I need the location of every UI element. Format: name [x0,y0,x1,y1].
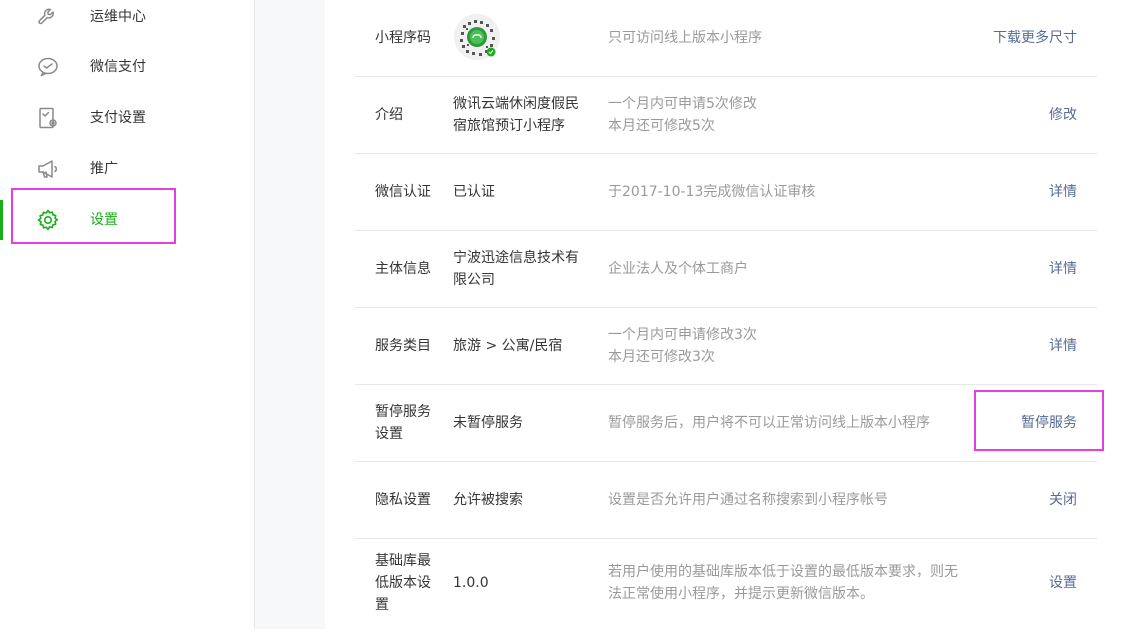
row-desc: 设置是否允许用户通过名称搜索到小程序帐号 [608,492,888,508]
row-value: 已认证 [453,184,495,200]
row-value: 微讯云端休闲度假民宿旅馆预订小程序 [453,96,579,134]
sidebar-item-label: 运维中心 [90,9,146,25]
sidebar-item-wechat-pay[interactable]: 微信支付 [0,42,254,92]
row-value: 允许被搜索 [453,492,523,508]
sidebar-item-settings[interactable]: 设置 [0,195,254,245]
row-value: 1.0.0 [453,575,489,591]
row-label: 介绍 [375,107,403,123]
settings-row-suspend-service: 暂停服务设置 未暂停服务 暂停服务后，用户将不可以正常访问线上版本小程序 暂停服… [355,385,1097,462]
wechat-pay-icon [36,55,60,79]
row-desc: 一个月内可申请修改3次 本月还可修改3次 [608,327,757,365]
sidebar: 运维中心 微信支付 支付设置 推广 设置 [0,0,255,629]
settings-row-entity-info: 主体信息 宁波迅途信息技术有限公司 企业法人及个体工商户 详情 [355,231,1097,308]
payment-settings-icon [36,106,60,130]
sidebar-item-ops-center[interactable]: 运维中心 [0,0,254,42]
qrcode-icon[interactable] [453,13,501,61]
row-desc: 只可访问线上版本小程序 [608,30,762,46]
download-more-sizes-link[interactable]: 下载更多尺寸 [993,27,1077,49]
row-label: 隐私设置 [375,492,431,508]
category-detail-link[interactable]: 详情 [1049,335,1077,357]
edit-intro-link[interactable]: 修改 [1049,104,1077,126]
row-desc: 若用户使用的基础库版本低于设置的最低版本要求，则无法正常使用小程序，并提示更新微… [608,564,958,602]
row-desc: 暂停服务后，用户将不可以正常访问线上版本小程序 [608,415,930,431]
row-value: 宁波迅途信息技术有限公司 [453,250,579,288]
row-value: 未暂停服务 [453,415,523,431]
privacy-close-link[interactable]: 关闭 [1049,489,1077,511]
settings-row-min-lib-version: 基础库最低版本设置 1.0.0 若用户使用的基础库版本低于设置的最低版本要求，则… [355,539,1097,635]
row-label: 微信认证 [375,184,431,200]
settings-panel: 小程序码 只可访问线上版本小程序 下载更多尺寸 介绍 微讯云端休闲度假民宿旅馆预… [325,0,1129,629]
content-gutter [255,0,325,629]
row-desc: 企业法人及个体工商户 [608,261,748,277]
settings-row-privacy: 隐私设置 允许被搜索 设置是否允许用户通过名称搜索到小程序帐号 关闭 [355,462,1097,539]
megaphone-icon [36,157,60,181]
sidebar-item-label: 微信支付 [90,59,146,75]
row-label: 服务类目 [375,338,431,354]
settings-row-intro: 介绍 微讯云端休闲度假民宿旅馆预订小程序 一个月内可申请5次修改 本月还可修改5… [355,77,1097,154]
verification-detail-link[interactable]: 详情 [1049,181,1077,203]
sidebar-item-label: 推广 [90,161,118,177]
wrench-icon [36,5,60,29]
sidebar-item-promotion[interactable]: 推广 [0,144,254,194]
suspend-service-link[interactable]: 暂停服务 [1021,412,1077,434]
sidebar-item-payment-settings[interactable]: 支付设置 [0,93,254,143]
settings-row-qrcode: 小程序码 只可访问线上版本小程序 下载更多尺寸 [355,0,1097,77]
min-version-settings-link[interactable]: 设置 [1049,572,1077,594]
row-label: 基础库最低版本设置 [375,553,431,613]
row-label: 主体信息 [375,261,431,277]
active-indicator [0,200,3,240]
row-desc: 于2017-10-13完成微信认证审核 [608,184,816,200]
sidebar-item-label: 设置 [90,212,118,228]
row-label: 小程序码 [375,30,431,46]
settings-row-service-category: 服务类目 旅游 > 公寓/民宿 一个月内可申请修改3次 本月还可修改3次 详情 [355,308,1097,385]
row-desc: 一个月内可申请5次修改 本月还可修改5次 [608,96,757,134]
entity-detail-link[interactable]: 详情 [1049,258,1077,280]
sidebar-item-label: 支付设置 [90,110,146,126]
row-label: 暂停服务设置 [375,404,431,442]
settings-row-wechat-verification: 微信认证 已认证 于2017-10-13完成微信认证审核 详情 [355,154,1097,231]
gear-icon [36,208,60,232]
row-value: 旅游 > 公寓/民宿 [453,338,563,354]
